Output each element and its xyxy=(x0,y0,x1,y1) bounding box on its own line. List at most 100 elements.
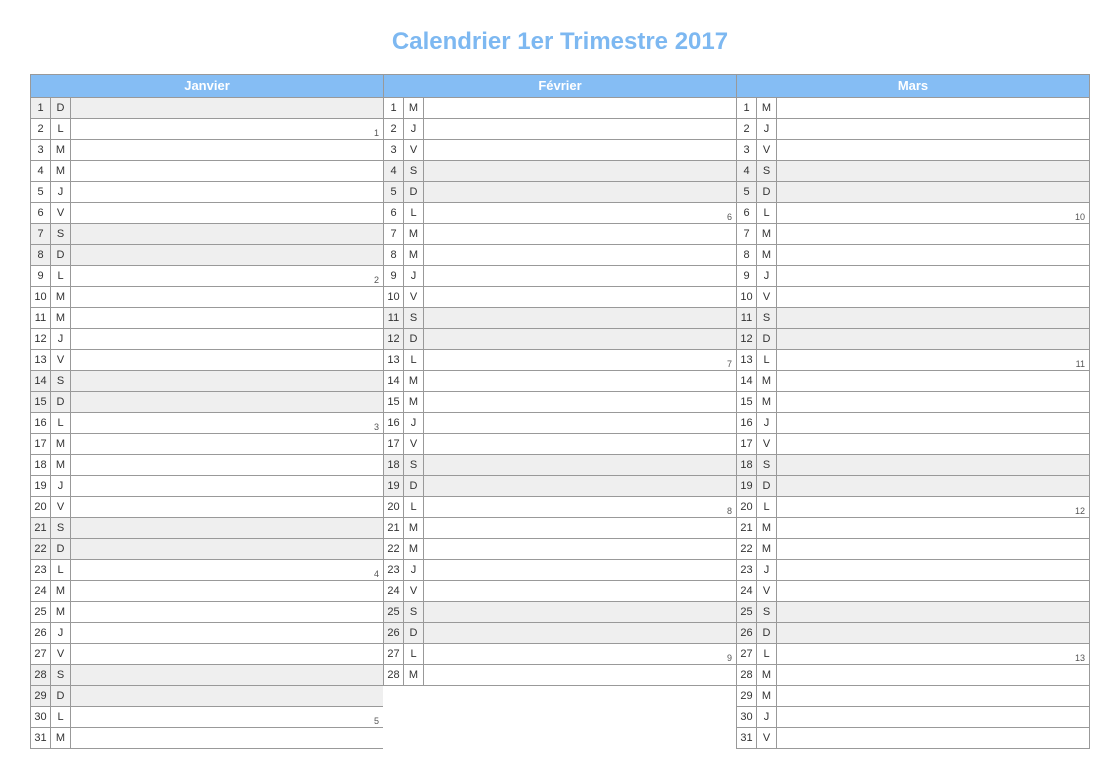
day-cell xyxy=(777,686,1089,706)
day-of-week: D xyxy=(757,329,777,349)
day-of-week: D xyxy=(404,623,424,643)
day-of-week: V xyxy=(404,140,424,160)
day-number: 6 xyxy=(384,203,404,223)
day-of-week: S xyxy=(757,308,777,328)
day-cell xyxy=(777,245,1089,265)
day-cell xyxy=(71,140,383,160)
day-row: 24V xyxy=(736,581,1089,602)
day-of-week: V xyxy=(757,728,777,748)
day-of-week: V xyxy=(51,644,71,664)
day-row: 5D xyxy=(736,182,1089,203)
day-cell: 2 xyxy=(71,266,383,286)
day-cell xyxy=(777,329,1089,349)
day-cell xyxy=(71,245,383,265)
calendar-grid: Janvier1D2L13M4M5J6V7S8D9L210M11M12J13V1… xyxy=(30,74,1090,749)
day-number: 24 xyxy=(384,581,404,601)
day-number: 23 xyxy=(384,560,404,580)
day-number: 24 xyxy=(737,581,757,601)
day-number: 26 xyxy=(737,623,757,643)
page-title: Calendrier 1er Trimestre 2017 xyxy=(30,20,1090,74)
day-cell xyxy=(777,518,1089,538)
page-container: Calendrier 1er Trimestre 2017 Janvier1D2… xyxy=(0,0,1120,749)
day-of-week: M xyxy=(757,98,777,118)
day-row: 16L3 xyxy=(30,413,383,434)
day-cell xyxy=(777,455,1089,475)
day-of-week: M xyxy=(404,371,424,391)
day-cell xyxy=(71,581,383,601)
day-of-week: L xyxy=(51,413,71,433)
week-number: 5 xyxy=(374,716,379,726)
day-number: 20 xyxy=(31,497,51,517)
day-number: 28 xyxy=(384,665,404,685)
day-cell: 12 xyxy=(777,497,1089,517)
day-number: 18 xyxy=(31,455,51,475)
day-of-week: D xyxy=(404,476,424,496)
day-of-week: J xyxy=(404,560,424,580)
day-row: 1D xyxy=(30,98,383,119)
day-cell: 5 xyxy=(71,707,383,727)
day-row: 13V xyxy=(30,350,383,371)
day-of-week: S xyxy=(757,455,777,475)
day-of-week: D xyxy=(757,623,777,643)
day-cell xyxy=(71,392,383,412)
day-cell xyxy=(71,434,383,454)
day-number: 8 xyxy=(737,245,757,265)
day-cell: 11 xyxy=(777,350,1089,370)
day-number: 6 xyxy=(31,203,51,223)
day-row: 11S xyxy=(383,308,736,329)
day-row: 6L10 xyxy=(736,203,1089,224)
day-of-week: M xyxy=(757,245,777,265)
day-number: 25 xyxy=(31,602,51,622)
day-cell xyxy=(777,287,1089,307)
day-row: 27L13 xyxy=(736,644,1089,665)
day-number: 27 xyxy=(737,644,757,664)
day-number: 16 xyxy=(737,413,757,433)
day-cell: 10 xyxy=(777,203,1089,223)
day-number: 12 xyxy=(31,329,51,349)
day-row: 9J xyxy=(736,266,1089,287)
day-number: 14 xyxy=(31,371,51,391)
day-of-week: S xyxy=(404,455,424,475)
day-row: 29M xyxy=(736,686,1089,707)
day-row: 5D xyxy=(383,182,736,203)
day-of-week: M xyxy=(757,539,777,559)
day-row: 3V xyxy=(736,140,1089,161)
day-of-week: S xyxy=(404,161,424,181)
day-number: 9 xyxy=(737,266,757,286)
day-of-week: M xyxy=(51,581,71,601)
day-of-week: M xyxy=(51,602,71,622)
day-number: 8 xyxy=(384,245,404,265)
day-of-week: D xyxy=(51,392,71,412)
day-row: 4S xyxy=(736,161,1089,182)
day-cell xyxy=(71,455,383,475)
day-cell xyxy=(777,161,1089,181)
day-number: 3 xyxy=(384,140,404,160)
day-row: 26J xyxy=(30,623,383,644)
day-number: 13 xyxy=(31,350,51,370)
day-cell xyxy=(424,287,736,307)
day-cell xyxy=(777,371,1089,391)
day-number: 26 xyxy=(31,623,51,643)
day-of-week: M xyxy=(51,287,71,307)
day-of-week: L xyxy=(757,644,777,664)
day-cell xyxy=(777,224,1089,244)
month-header: Février xyxy=(383,74,736,98)
day-of-week: D xyxy=(51,98,71,118)
day-cell xyxy=(424,476,736,496)
day-row: 23J xyxy=(736,560,1089,581)
day-number: 31 xyxy=(737,728,757,748)
day-of-week: D xyxy=(757,476,777,496)
day-of-week: M xyxy=(51,455,71,475)
day-of-week: L xyxy=(404,350,424,370)
day-row: 14M xyxy=(736,371,1089,392)
day-cell xyxy=(71,665,383,685)
day-number: 20 xyxy=(737,497,757,517)
day-row: 4S xyxy=(383,161,736,182)
day-row: 28S xyxy=(30,665,383,686)
day-of-week: M xyxy=(757,371,777,391)
day-row: 22M xyxy=(383,539,736,560)
day-of-week: S xyxy=(757,602,777,622)
day-number: 13 xyxy=(737,350,757,370)
day-row: 4M xyxy=(30,161,383,182)
day-number: 3 xyxy=(31,140,51,160)
